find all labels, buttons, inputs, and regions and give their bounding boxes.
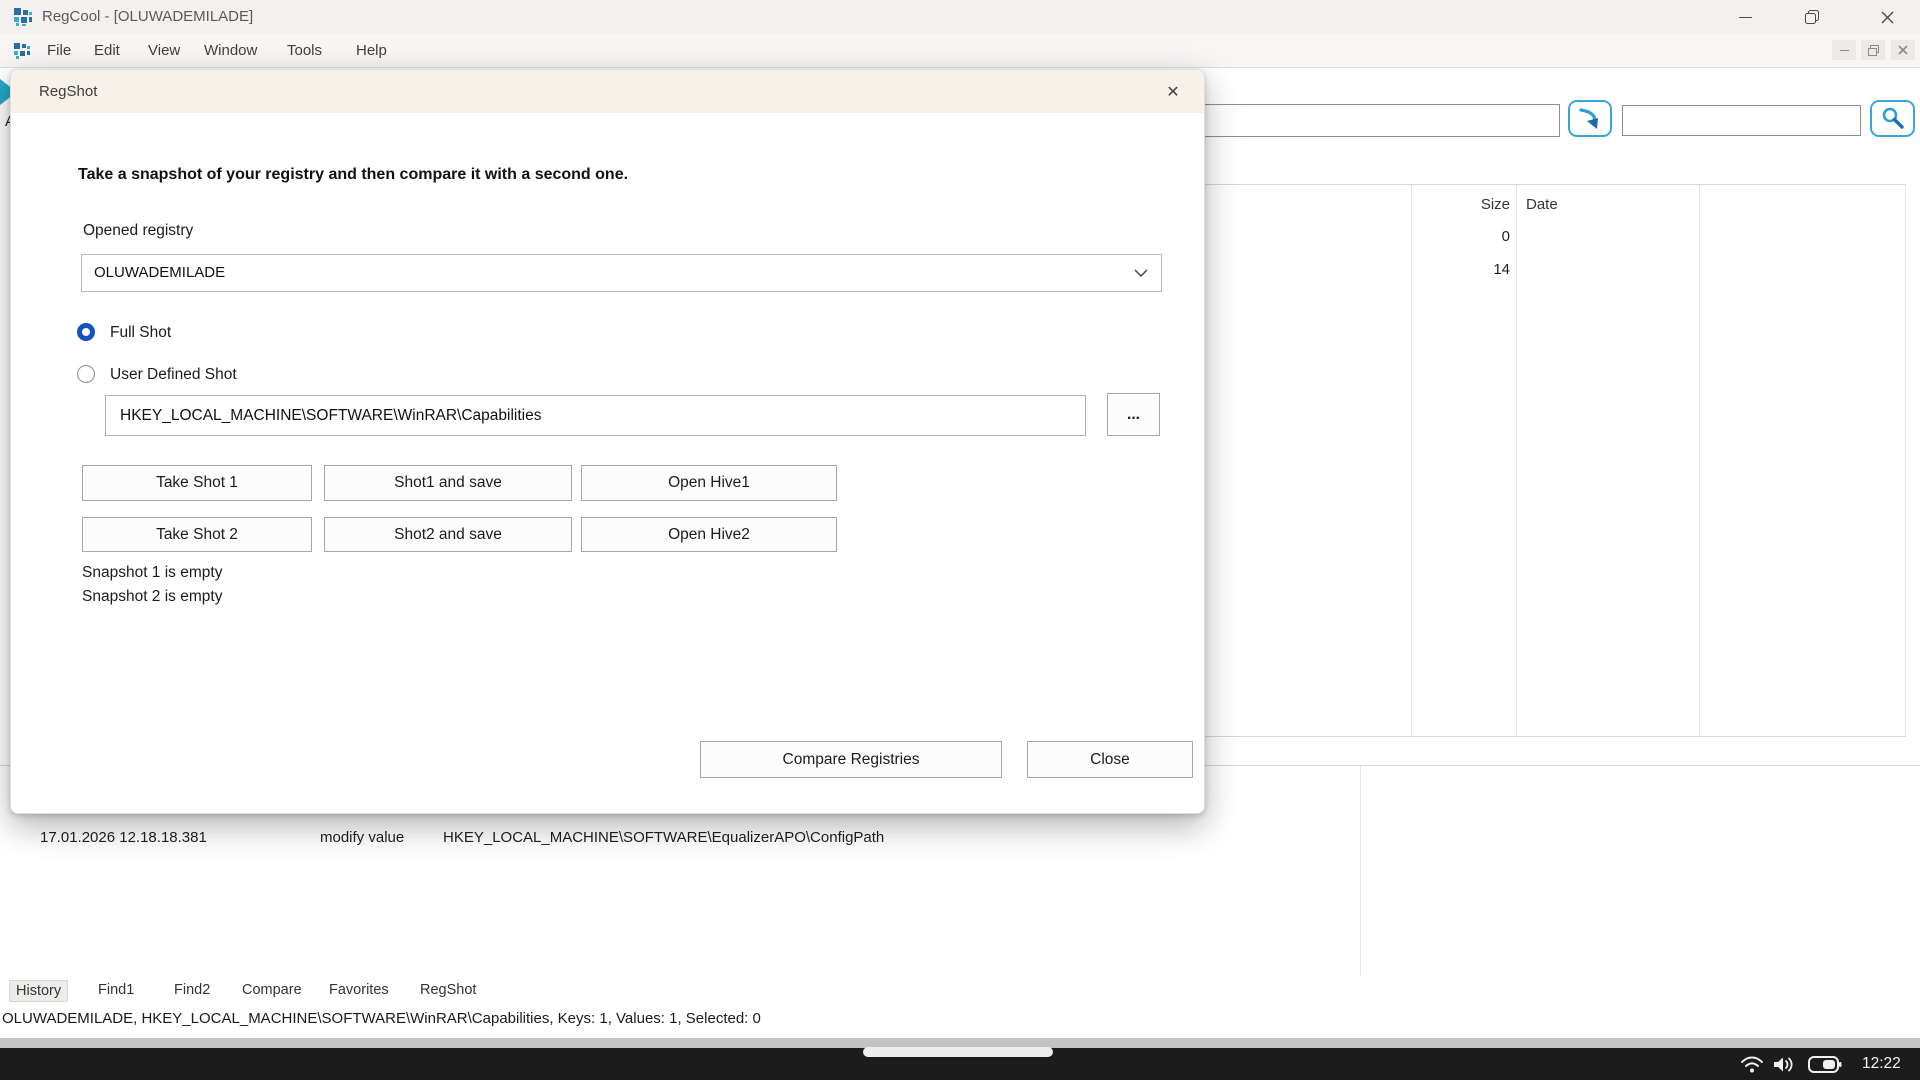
- chevron-down-icon: [1134, 268, 1148, 278]
- search-button[interactable]: [1870, 100, 1915, 137]
- user-defined-shot-radio[interactable]: [77, 365, 95, 383]
- mdi-minimize-icon: [1840, 50, 1849, 51]
- full-shot-label[interactable]: Full Shot: [110, 324, 171, 342]
- column-divider: [1411, 185, 1412, 736]
- goto-arrow-icon: [1577, 107, 1603, 131]
- menu-file[interactable]: File: [47, 34, 71, 67]
- history-row[interactable]: 17.01.2026 12.18.18.381 modify value HKE…: [0, 829, 1360, 851]
- opened-registry-value: OLUWADEMILADE: [94, 255, 225, 291]
- opened-registry-combobox[interactable]: OLUWADEMILADE: [81, 254, 1162, 292]
- regshot-close-button[interactable]: ✕: [1147, 76, 1199, 108]
- tab-regshot[interactable]: RegShot: [414, 980, 482, 1000]
- open-hive2-button[interactable]: Open Hive2: [581, 517, 837, 552]
- take-shot-1-button[interactable]: Take Shot 1: [82, 465, 312, 501]
- goto-button[interactable]: [1568, 100, 1612, 137]
- regcool-child-icon: [14, 43, 30, 59]
- restore-icon: [1805, 10, 1819, 24]
- regshot-dialog-title: RegShot: [39, 70, 97, 113]
- battery-icon[interactable]: [1808, 1056, 1842, 1073]
- bottom-tab-bar: History Find1 Find2 Compare Favorites Re…: [0, 980, 1920, 1007]
- column-divider: [1699, 185, 1700, 736]
- wifi-icon[interactable]: [1740, 1055, 1764, 1074]
- horizontal-scrollbar-thumb[interactable]: [863, 1047, 1053, 1057]
- list-right-border: [1905, 185, 1906, 736]
- mdi-restore-icon: [1868, 45, 1879, 56]
- mdi-minimize-button[interactable]: [1832, 40, 1856, 60]
- menu-bar: File Edit View Window Tools Help: [0, 34, 1920, 68]
- column-header-date[interactable]: Date: [1526, 196, 1558, 213]
- history-action: modify value: [320, 829, 404, 846]
- volume-icon[interactable]: [1771, 1054, 1799, 1075]
- tab-find1[interactable]: Find1: [92, 980, 140, 1000]
- menu-window[interactable]: Window: [204, 34, 257, 67]
- tab-find2[interactable]: Find2: [168, 980, 216, 1000]
- user-defined-shot-label[interactable]: User Defined Shot: [110, 366, 237, 384]
- column-divider: [1516, 185, 1517, 736]
- minimize-icon: [1739, 17, 1752, 18]
- window-titlebar: RegCool - [OLUWADEMILADE]: [0, 0, 1920, 34]
- minimize-button[interactable]: [1722, 0, 1768, 34]
- compare-registries-button[interactable]: Compare Registries: [700, 741, 1002, 778]
- shot2-and-save-button[interactable]: Shot2 and save: [324, 517, 572, 552]
- dialog-close-button[interactable]: Close: [1027, 741, 1193, 778]
- opened-registry-label: Opened registry: [83, 222, 193, 240]
- menu-edit[interactable]: Edit: [94, 34, 120, 67]
- restore-button[interactable]: [1789, 0, 1835, 34]
- tab-history[interactable]: History: [9, 980, 68, 1002]
- history-panel-divider: [1360, 766, 1361, 976]
- browse-button[interactable]: ...: [1107, 393, 1160, 436]
- snapshot1-status: Snapshot 1 is empty: [82, 564, 222, 582]
- regshot-dialog: RegShot ✕ Take a snapshot of your regist…: [10, 69, 1205, 814]
- search-input[interactable]: [1622, 105, 1861, 136]
- menu-help[interactable]: Help: [356, 34, 387, 67]
- regshot-intro-text: Take a snapshot of your registry and the…: [78, 166, 628, 184]
- full-shot-radio[interactable]: [77, 323, 95, 341]
- list-cell-size[interactable]: 0: [1440, 228, 1510, 245]
- taskbar-clock[interactable]: 12:22: [1862, 1048, 1901, 1080]
- tab-compare[interactable]: Compare: [236, 980, 308, 1000]
- mdi-close-icon: [1898, 45, 1908, 55]
- menu-tools[interactable]: Tools: [287, 34, 322, 67]
- close-button[interactable]: [1864, 0, 1910, 34]
- mdi-close-button[interactable]: [1891, 40, 1915, 60]
- history-timestamp: 17.01.2026 12.18.18.381: [40, 829, 207, 846]
- regshot-dialog-titlebar: RegShot ✕: [11, 70, 1204, 113]
- list-cell-size[interactable]: 14: [1440, 261, 1510, 278]
- status-bar: OLUWADEMILADE, HKEY_LOCAL_MACHINE\SOFTWA…: [2, 1010, 761, 1027]
- mdi-restore-button[interactable]: [1861, 40, 1885, 60]
- window-title: RegCool - [OLUWADEMILADE]: [42, 0, 253, 34]
- history-path: HKEY_LOCAL_MACHINE\SOFTWARE\EqualizerAPO…: [443, 829, 884, 846]
- open-hive1-button[interactable]: Open Hive1: [581, 465, 837, 501]
- column-header-size[interactable]: Size: [1420, 196, 1510, 213]
- search-icon: [1880, 106, 1906, 132]
- close-icon: [1881, 11, 1894, 24]
- shot1-and-save-button[interactable]: Shot1 and save: [324, 465, 572, 501]
- regcool-app-icon: [14, 8, 32, 26]
- menu-view[interactable]: View: [148, 34, 180, 67]
- tab-favorites[interactable]: Favorites: [323, 980, 395, 1000]
- snapshot2-status: Snapshot 2 is empty: [82, 588, 222, 606]
- take-shot-2-button[interactable]: Take Shot 2: [82, 517, 312, 552]
- user-defined-path-input[interactable]: [105, 395, 1086, 436]
